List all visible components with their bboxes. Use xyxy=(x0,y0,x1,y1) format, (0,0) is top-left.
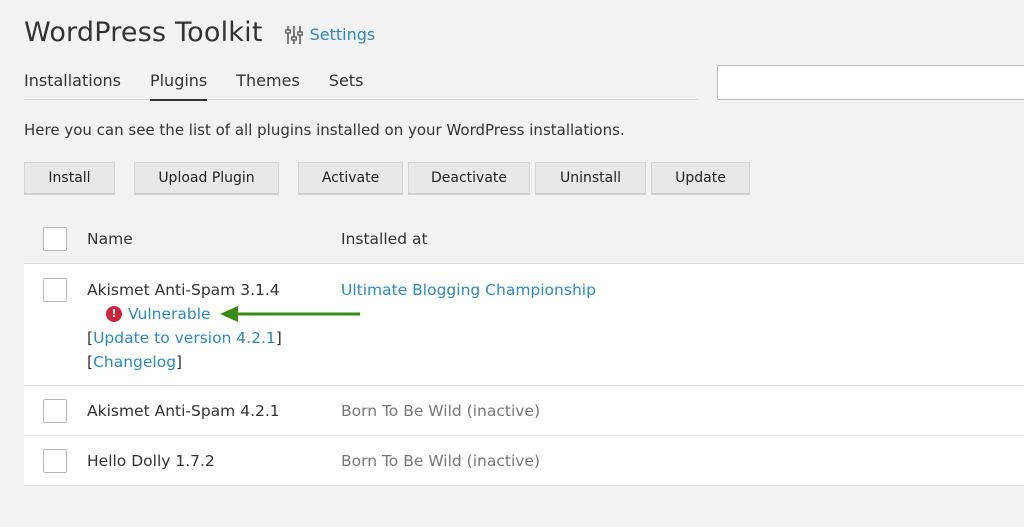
exclamation-circle-icon: ! xyxy=(106,306,122,322)
table-row: Akismet Anti-Spam 3.1.4 ! Vulnerable [Up… xyxy=(24,264,1024,386)
plugin-name: Akismet Anti-Spam 4.2.1 xyxy=(87,401,280,420)
toolbar: Install Upload Plugin Activate Deactivat… xyxy=(24,162,755,195)
activate-button[interactable]: Activate xyxy=(298,162,403,195)
select-all-checkbox[interactable] xyxy=(43,226,67,251)
column-header-name[interactable]: Name xyxy=(87,230,341,248)
installation-link[interactable]: Ultimate Blogging Championship xyxy=(341,278,596,302)
sliders-icon xyxy=(284,25,303,44)
plugin-name: Akismet Anti-Spam 3.1.4 xyxy=(87,281,280,299)
search-input[interactable] xyxy=(717,65,1024,100)
plugin-name: Hello Dolly 1.7.2 xyxy=(87,451,215,470)
page-title: WordPress Toolkit xyxy=(24,17,263,48)
uninstall-button[interactable]: Uninstall xyxy=(535,162,646,195)
installation-name: Born To Be Wild (inactive) xyxy=(341,451,541,470)
table-row: Hello Dolly 1.7.2 Born To Be Wild (inact… xyxy=(24,436,1024,486)
settings-label: Settings xyxy=(309,25,376,44)
changelog-link[interactable]: Changelog xyxy=(93,353,176,371)
page-description: Here you can see the list of all plugins… xyxy=(24,121,625,139)
tab-plugins[interactable]: Plugins xyxy=(149,64,208,101)
install-button[interactable]: Install xyxy=(24,162,115,195)
plugins-table: Name Installed at Akismet Anti-Spam 3.1.… xyxy=(24,214,1024,486)
deactivate-button[interactable]: Deactivate xyxy=(408,162,530,195)
column-header-installed-at: Installed at xyxy=(341,229,428,248)
update-button[interactable]: Update xyxy=(651,162,750,195)
tab-installations[interactable]: Installations xyxy=(24,64,121,100)
arrow-left-icon xyxy=(220,306,360,322)
vulnerable-link[interactable]: ! Vulnerable xyxy=(106,302,211,326)
row-checkbox[interactable] xyxy=(43,278,67,302)
settings-link[interactable]: Settings xyxy=(284,21,376,45)
installation-name: Born To Be Wild (inactive) xyxy=(341,401,541,420)
vulnerable-label: Vulnerable xyxy=(128,305,211,323)
row-checkbox[interactable] xyxy=(43,448,67,473)
table-row: Akismet Anti-Spam 4.2.1 Born To Be Wild … xyxy=(24,386,1024,436)
page-header: WordPress Toolkit Settings xyxy=(24,17,375,48)
tab-themes[interactable]: Themes xyxy=(236,64,300,100)
update-version-link[interactable]: Update to version 4.2.1 xyxy=(93,329,276,347)
table-header: Name Installed at xyxy=(24,214,1024,264)
row-checkbox[interactable] xyxy=(43,398,67,423)
upload-plugin-button[interactable]: Upload Plugin xyxy=(134,162,279,195)
tab-bar: Installations Plugins Themes Sets xyxy=(24,64,698,101)
tab-sets[interactable]: Sets xyxy=(329,64,364,100)
